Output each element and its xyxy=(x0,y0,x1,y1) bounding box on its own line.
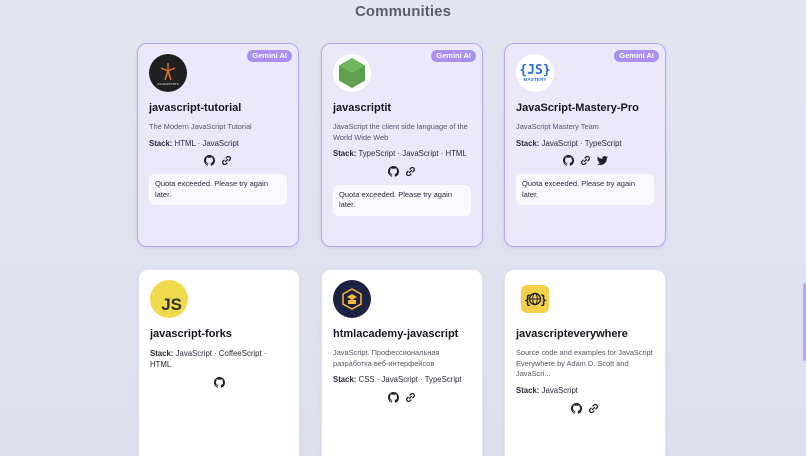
ai-summary-message: Quota exceeded. Please try again later. xyxy=(333,184,471,216)
card-stack: Stack: JavaScript · CoffeeScript · HTML xyxy=(150,349,267,370)
card-title[interactable]: javascripteverywhere xyxy=(516,328,654,340)
link-icon[interactable] xyxy=(580,155,591,166)
github-icon[interactable] xyxy=(388,166,399,177)
card-description: JavaScript. Профессиональная разработка … xyxy=(333,348,440,368)
ai-summary-message: Quota exceeded. Please try again later. xyxy=(149,174,287,206)
community-card-javascript-mastery-pro[interactable]: Gemini AI {JS} MASTERY JavaScript-Master… xyxy=(504,43,666,247)
community-card-javascriptit[interactable]: Gemini AI javascriptit JavaScript the cl… xyxy=(321,43,483,247)
card-title[interactable]: javascriptit xyxy=(333,102,471,114)
github-icon[interactable] xyxy=(563,155,574,166)
communities-page: Communities Gemini AI JAVASCRIPT.INFO ja… xyxy=(0,0,806,456)
avatar: { } xyxy=(516,280,554,318)
community-card-javascript-tutorial[interactable]: Gemini AI JAVASCRIPT.INFO javascript-tut… xyxy=(137,43,299,247)
js-mastery-logo-icon: {JS} xyxy=(519,63,551,78)
link-icon[interactable] xyxy=(588,403,599,414)
page-title: Communities xyxy=(354,3,452,20)
javascript-info-logo-icon: JAVASCRIPT.INFO xyxy=(156,63,179,86)
community-card-javascript-forks[interactable]: JS javascript-forks Stack: JavaScript · … xyxy=(138,269,300,456)
card-stack: Stack: CSS · JavaScript · TypeScript xyxy=(333,375,462,385)
card-title[interactable]: javascript-forks xyxy=(150,328,288,340)
gemini-ai-badge: Gemini AI xyxy=(247,50,292,63)
card-description: JavaScript the client side language of t… xyxy=(333,122,468,142)
card-title[interactable]: JavaScript-Mastery-Pro xyxy=(516,102,654,114)
card-links xyxy=(333,166,471,177)
avatar: JS xyxy=(150,280,188,318)
card-links xyxy=(516,155,654,166)
card-stack: Stack: HTML · JavaScript xyxy=(149,138,239,148)
twitter-icon[interactable] xyxy=(597,155,608,166)
card-stack: Stack: TypeScript · JavaScript · HTML xyxy=(333,149,467,159)
card-stack: Stack: JavaScript xyxy=(516,386,578,396)
card-description: JavaScript Mastery Team xyxy=(516,122,599,131)
avatar xyxy=(333,54,371,92)
ai-summary-message: Quota exceeded. Please try again later. xyxy=(516,174,654,206)
avatar xyxy=(333,280,371,318)
github-icon[interactable] xyxy=(571,403,582,414)
card-stack: Stack: JavaScript · TypeScript xyxy=(516,138,622,148)
github-icon[interactable] xyxy=(388,392,399,403)
link-icon[interactable] xyxy=(221,155,232,166)
svg-text:JAVASCRIPT.INFO: JAVASCRIPT.INFO xyxy=(156,82,179,86)
avatar: {JS} MASTERY xyxy=(516,54,554,92)
card-title[interactable]: javascript-tutorial xyxy=(149,102,287,114)
avatar: JAVASCRIPT.INFO xyxy=(149,54,187,92)
community-card-javascripteverywhere[interactable]: { } javascripteverywhere Source code and… xyxy=(504,269,666,456)
card-description: The Modern JavaScript Tutorial xyxy=(149,122,252,131)
htmlacademy-logo-icon xyxy=(342,288,362,310)
community-card-htmlacademy-javascript[interactable]: htmlacademy-javascript JavaScript. Профе… xyxy=(321,269,483,456)
card-description: Source code and examples for JavaScript … xyxy=(516,348,653,379)
js-everywhere-logo-icon: { } xyxy=(521,285,549,313)
nodejs-logo-icon xyxy=(339,58,365,88)
link-icon[interactable] xyxy=(405,166,416,177)
github-icon[interactable] xyxy=(214,377,225,388)
js-logo-icon: JS xyxy=(161,295,182,314)
github-icon[interactable] xyxy=(204,155,215,166)
gemini-ai-badge: Gemini AI xyxy=(614,50,659,63)
card-links xyxy=(150,377,288,388)
gemini-ai-badge: Gemini AI xyxy=(431,50,476,63)
card-links xyxy=(149,155,287,166)
card-title[interactable]: htmlacademy-javascript xyxy=(333,328,471,340)
card-links xyxy=(333,392,471,403)
card-links xyxy=(516,403,654,414)
link-icon[interactable] xyxy=(405,392,416,403)
